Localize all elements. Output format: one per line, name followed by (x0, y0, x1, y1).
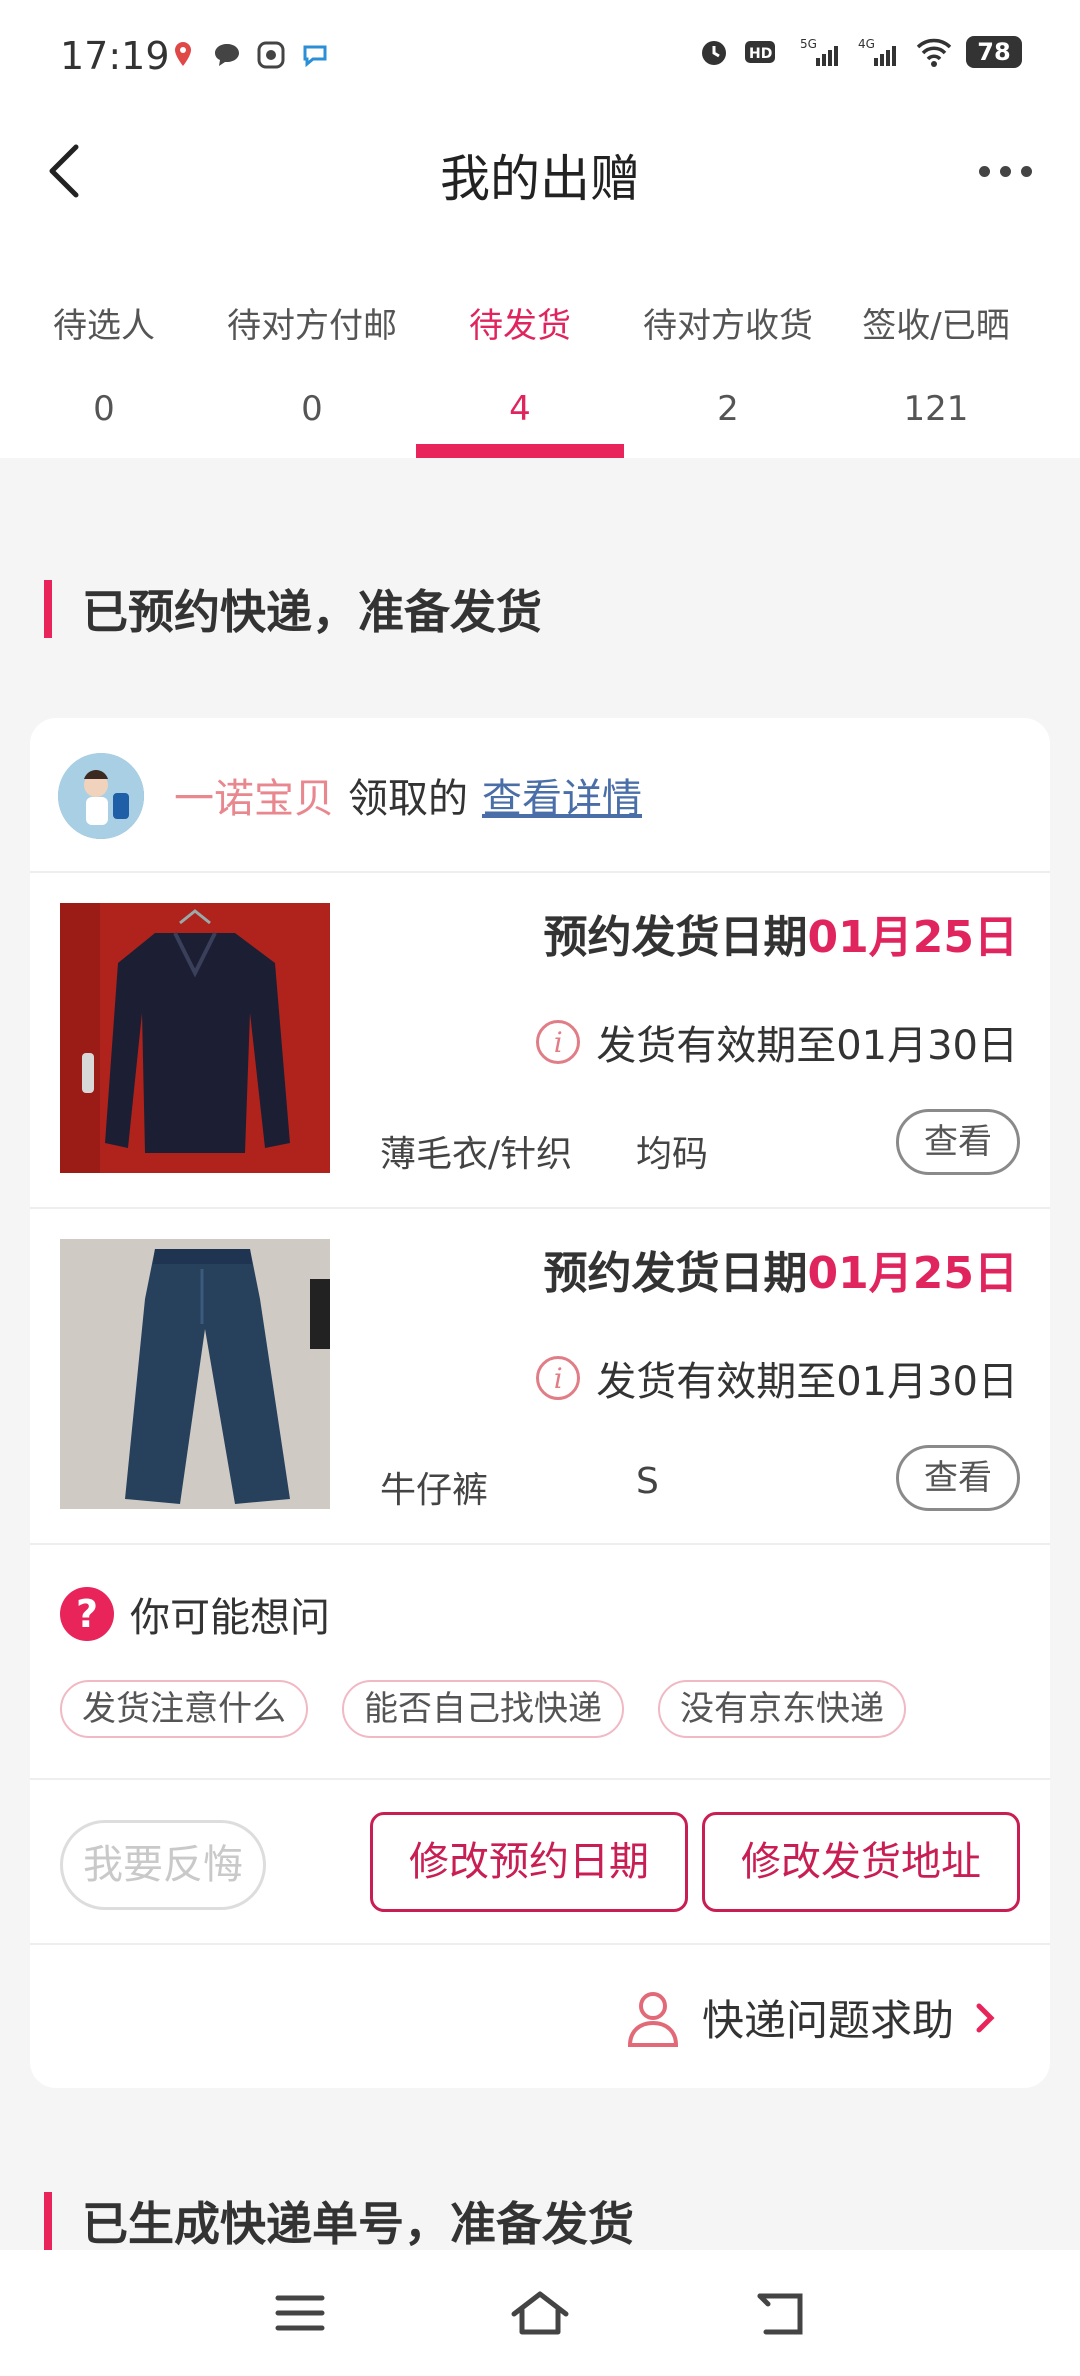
app-icon (256, 40, 286, 70)
avatar[interactable] (58, 753, 144, 839)
signal-4g-icon: 4G (858, 37, 896, 66)
dot (978, 165, 990, 177)
item-row[interactable]: 预约发货日期01月25日 i 发货有效期至01月30日 薄毛衣/针织 均码 查看 (30, 873, 1050, 1209)
status-time: 17:19 (60, 34, 170, 78)
receiver-text: 一诺宝贝 领取的 查看详情 (174, 766, 642, 824)
person-icon (627, 1991, 678, 2047)
section-title: 已生成快递单号，准备发货 (44, 2188, 634, 2254)
faq-chip[interactable]: 没有京东快递 (658, 1680, 906, 1738)
item-image-sweater[interactable] (60, 903, 330, 1173)
view-button[interactable]: 查看 (896, 1445, 1020, 1511)
tab-label: 签收/已晒 (862, 306, 1010, 346)
home-button[interactable] (510, 2288, 570, 2338)
tab-pending-select[interactable]: 待选人 0 (0, 230, 208, 458)
action-row: 我要反悔 修改预约日期 修改发货地址 (30, 1780, 1050, 1945)
svg-text:HD: HD (749, 46, 772, 62)
tab-label: 待对方收货 (643, 306, 813, 346)
dot (1020, 165, 1032, 177)
date-label: 预约发货日期 (543, 1248, 808, 1299)
item-row[interactable]: 预约发货日期01月25日 i 发货有效期至01月30日 牛仔裤 S 查看 (30, 1209, 1050, 1545)
tab-pending-receipt[interactable]: 待对方收货 2 (624, 230, 832, 458)
item-category: 牛仔裤 (380, 1470, 489, 1511)
deadline: i 发货有效期至01月30日 (536, 1013, 1018, 1071)
receiver-row: 一诺宝贝 领取的 查看详情 (30, 718, 1050, 873)
date-value: 01月25日 (807, 1248, 1018, 1299)
battery-icon: 78 (966, 36, 1022, 68)
section-title-text: 已生成快递单号，准备发货 (82, 2197, 634, 2251)
section-accent-bar (44, 580, 52, 638)
item-size: 均码 (636, 1134, 709, 1175)
item-image-jeans[interactable] (60, 1239, 330, 1509)
system-icons: HD 5G 4G 78 (698, 36, 1022, 68)
tab-count: 4 (509, 389, 531, 429)
date-label: 预约发货日期 (543, 912, 808, 963)
notification-icons (168, 40, 330, 70)
info-icon: i (536, 1356, 581, 1400)
deadline-text: 发货有效期至01月30日 (596, 1023, 1018, 1069)
hd-icon: HD (745, 41, 775, 63)
scheduled-date: 预约发货日期01月25日 (544, 1237, 1018, 1301)
menu-button[interactable] (270, 2288, 330, 2338)
courier-help-label: 快递问题求助 (701, 1996, 954, 2045)
tab-count: 121 (903, 389, 969, 429)
svg-text:4G: 4G (858, 37, 875, 51)
regret-button[interactable]: 我要反悔 (60, 1820, 266, 1910)
wifi-icon (916, 38, 952, 67)
top-nav: 我的出赠 (0, 115, 1080, 230)
location-icon (168, 40, 198, 70)
faq-chips: 发货注意什么 能否自己找快递 没有京东快递 (60, 1680, 906, 1738)
home-icon (511, 2291, 569, 2335)
receiver-name[interactable]: 一诺宝贝 (174, 776, 334, 822)
item-category: 薄毛衣/针织 (380, 1134, 573, 1175)
alarm-icon (702, 41, 726, 65)
tab-pending-postage[interactable]: 待对方付邮 0 (208, 230, 416, 458)
question-icon: ? (60, 1587, 114, 1641)
signal-5g-icon: 5G (800, 37, 838, 66)
svg-text:5G: 5G (800, 37, 817, 51)
shipment-card: 一诺宝贝 领取的 查看详情 预约发货日期01月25日 i 发货有效期至01月30日 薄… (30, 718, 1050, 2088)
faq-title-text: 你可能想问 (130, 1595, 330, 1641)
tab-count: 2 (717, 389, 739, 429)
chevron-right-icon (976, 2003, 995, 2032)
modify-date-button[interactable]: 修改预约日期 (370, 1812, 688, 1912)
date-value: 01月25日 (807, 912, 1018, 963)
info-icon: i (536, 1020, 581, 1064)
status-tabs: 待选人 0 待对方付邮 0 待发货 4 待对方收货 2 签收/已晒 121 (0, 230, 1080, 458)
tab-signed[interactable]: 签收/已晒 121 (832, 230, 1040, 458)
courier-help[interactable]: 快递问题求助 (626, 1987, 1022, 2048)
recent-button[interactable] (750, 2288, 810, 2338)
view-button[interactable]: 查看 (896, 1109, 1020, 1175)
section-title: 已预约快递，准备发货 (44, 576, 542, 642)
deadline: i 发货有效期至01月30日 (536, 1349, 1018, 1407)
courier-help-row[interactable]: 快递问题求助 (30, 1945, 1050, 2088)
tab-count: 0 (93, 389, 115, 429)
back-nav-icon (757, 2293, 803, 2335)
faq-title: ? 你可能想问 (60, 1585, 330, 1643)
section-title-text: 已预约快递，准备发货 (82, 585, 542, 639)
faq-chip[interactable]: 发货注意什么 (60, 1680, 308, 1738)
item-size: S (636, 1461, 659, 1502)
page-title: 我的出赠 (440, 150, 640, 208)
scheduled-date: 预约发货日期01月25日 (544, 901, 1018, 965)
tab-label: 待选人 (53, 306, 155, 346)
tab-label: 待发货 (469, 306, 571, 346)
tab-count: 0 (301, 389, 323, 429)
system-nav-bar (0, 2250, 1080, 2376)
modify-address-button[interactable]: 修改发货地址 (702, 1812, 1020, 1912)
more-button[interactable] (970, 151, 1040, 191)
deadline-text: 发货有效期至01月30日 (596, 1359, 1018, 1405)
tab-pending-shipment[interactable]: 待发货 4 (416, 230, 624, 458)
section-accent-bar (44, 2192, 52, 2250)
dot (999, 165, 1011, 177)
menu-icon (275, 2295, 325, 2331)
status-bar: 17:19 HD 5G 4G 78 (0, 0, 1080, 115)
chat-icon (212, 40, 242, 70)
receiver-verb: 领取的 (348, 776, 468, 822)
tab-label: 待对方付邮 (227, 306, 397, 346)
view-details-link[interactable]: 查看详情 (482, 776, 642, 822)
message-icon (300, 40, 330, 70)
faq-chip[interactable]: 能否自己找快递 (342, 1680, 624, 1738)
faq-section: ? 你可能想问 发货注意什么 能否自己找快递 没有京东快递 (30, 1545, 1050, 1780)
